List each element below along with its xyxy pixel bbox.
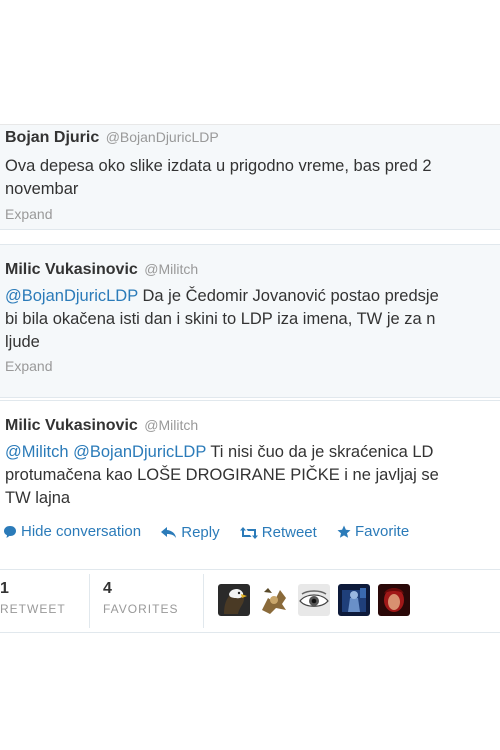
favorite-count-stat[interactable]: 4 FAVORITES: [103, 580, 178, 616]
author-name[interactable]: Milic Vukasinovic: [5, 261, 138, 278]
avatar[interactable]: [338, 584, 370, 616]
author-handle[interactable]: @Militch: [144, 261, 198, 277]
stats-divider: [89, 574, 90, 628]
reply-button[interactable]: Reply: [161, 524, 220, 541]
speech-bubble-icon: [4, 525, 16, 538]
avatar[interactable]: [378, 584, 410, 616]
avatar[interactable]: [218, 584, 250, 616]
mention-link[interactable]: @BojanDjuricLDP: [5, 287, 138, 305]
tweet-item-expanded: Milic Vukasinovic @Militch @Militch @Boj…: [0, 400, 500, 637]
tweet-text-fragment: Da je Čedomir Jovanović postao predsje: [137, 287, 439, 305]
conversation-thread: Bojan Djuric @BojanDjuricLDP Ova depesa …: [0, 124, 500, 637]
tweet-text-line: novembar: [5, 180, 79, 198]
favorite-button[interactable]: Favorite: [337, 523, 409, 540]
avatar[interactable]: [258, 584, 290, 616]
tweet-text-line: @BojanDjuricLDP Da je Čedomir Jovanović …: [5, 285, 500, 308]
reply-label: Reply: [181, 524, 220, 541]
tweet-item[interactable]: Milic Vukasinovic @Militch @BojanDjuricL…: [0, 244, 500, 398]
favorite-count-label: FAVORITES: [103, 602, 179, 616]
retweet-count: 1: [0, 580, 9, 597]
tweet-text-line: ljude: [5, 333, 40, 351]
expand-link[interactable]: Expand: [5, 206, 52, 222]
tweet-text: @BojanDjuricLDP Da je Čedomir Jovanović …: [5, 285, 500, 354]
retweet-count-stat[interactable]: 1 RETWEET: [0, 580, 66, 616]
author-handle[interactable]: @Militch: [144, 417, 198, 433]
tweet-text-line: @Militch @BojanDjuricLDP Ti nisi čuo da …: [5, 441, 500, 464]
expand-link[interactable]: Expand: [5, 358, 52, 374]
star-icon: [337, 525, 351, 538]
favorite-count: 4: [103, 580, 112, 597]
tweet-text-line: bi bila okačena isti dan i skini to LDP …: [5, 310, 436, 328]
avatar[interactable]: [298, 584, 330, 616]
tweet-text-line: Ova depesa oko slike izdata u prigodno v…: [5, 157, 432, 175]
stats-divider: [203, 574, 204, 628]
favoriter-avatars: [218, 584, 418, 616]
tweet-text: Ova depesa oko slike izdata u prigodno v…: [5, 155, 500, 201]
reply-arrow-icon: [161, 526, 177, 538]
tweet-stats: 1 RETWEET 4 FAVORITES: [0, 569, 500, 633]
retweet-icon: [239, 526, 258, 539]
tweet-text-line: protumačena kao LOŠE DROGIRANE PIČKE i n…: [5, 466, 439, 484]
author-name[interactable]: Milic Vukasinovic: [5, 417, 138, 434]
tweet-text-line: TW lajna: [5, 489, 71, 507]
tweet-text-fragment: Ti nisi čuo da je skraćenica LD: [206, 443, 434, 461]
mention-link[interactable]: @BojanDjuricLDP: [73, 443, 206, 461]
author-name[interactable]: Bojan Djuric: [5, 129, 99, 146]
tweet-header: Milic Vukasinovic @Militch: [5, 261, 198, 279]
tweet-item[interactable]: Bojan Djuric @BojanDjuricLDP Ova depesa …: [0, 124, 500, 230]
tweet-actions: Hide conversation Reply Retweet Favorite: [3, 523, 425, 543]
hide-conversation-button[interactable]: Hide conversation: [3, 523, 141, 540]
favorite-label: Favorite: [354, 523, 410, 540]
tweet-header: Milic Vukasinovic @Militch: [5, 417, 198, 435]
tweet-header: Bojan Djuric @BojanDjuricLDP: [5, 129, 219, 147]
author-handle[interactable]: @BojanDjuricLDP: [106, 129, 219, 145]
mention-link[interactable]: @Militch: [5, 443, 69, 461]
hide-conversation-label: Hide conversation: [21, 523, 142, 540]
retweet-button[interactable]: Retweet: [239, 524, 317, 541]
retweet-label: Retweet: [261, 524, 317, 541]
tweet-text: @Militch @BojanDjuricLDP Ti nisi čuo da …: [5, 441, 500, 510]
retweet-count-label: RETWEET: [0, 602, 66, 616]
